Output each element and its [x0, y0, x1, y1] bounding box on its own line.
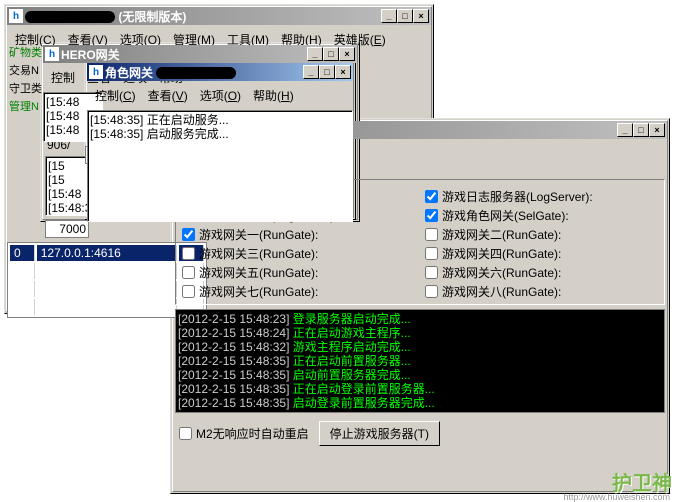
- win3-log: [15:48:35] 正在启动服务...[15:48:35] 启动服务完成...: [87, 110, 353, 222]
- sidebar-item[interactable]: 矿物类: [7, 43, 43, 61]
- win3-menubar: 控制(C)查看(V)选项(O)帮助(H): [85, 83, 355, 108]
- console-line: [2012-2-15 15:48:35] 正在启动前置服务器...: [178, 354, 662, 368]
- stop-server-button[interactable]: 停止游戏服务器(T): [319, 421, 440, 446]
- win2-title: HERO网关: [61, 46, 307, 63]
- win1-titlebar[interactable]: h (无限制版本) _ □ ×: [7, 7, 431, 25]
- menu-item[interactable]: 帮助(H): [247, 85, 300, 106]
- minimize-button[interactable]: _: [617, 123, 633, 137]
- log-line: [15:48:35] 启动服务完成...: [90, 127, 350, 141]
- server-check[interactable]: 游戏网关四(RunGate):: [425, 245, 658, 262]
- close-button[interactable]: ×: [339, 47, 355, 61]
- role-gateway-window: h 角色网关 _ □ × 控制(C)查看(V)选项(O)帮助(H) [15:48…: [84, 60, 356, 220]
- server-check[interactable]: 游戏日志服务器(LogServer):: [425, 188, 658, 205]
- console-line: [2012-2-15 15:48:35] 启动前置服务器完成...: [178, 368, 662, 382]
- app-icon: h: [45, 47, 59, 61]
- m2-autorestart-check[interactable]: M2无响应时自动重启: [179, 425, 309, 442]
- watermark-url: http://www.huweishen.com: [563, 492, 670, 502]
- console-log: [2012-2-15 15:48:23] 登录服务器启动完成...[2012-2…: [175, 309, 665, 413]
- server-check[interactable]: 游戏网关六(RunGate):: [425, 264, 658, 281]
- maximize-button[interactable]: □: [397, 9, 413, 23]
- win1-title: (无限制版本): [25, 8, 381, 25]
- minimize-button[interactable]: _: [303, 65, 319, 79]
- app-icon: h: [89, 65, 103, 79]
- maximize-button[interactable]: □: [633, 123, 649, 137]
- menu-item[interactable]: 查看(V): [142, 85, 194, 106]
- server-check[interactable]: 游戏网关二(RunGate):: [425, 226, 658, 243]
- port-input-1[interactable]: [45, 220, 89, 238]
- sidebar-item[interactable]: 交易N: [7, 61, 43, 79]
- menu-item[interactable]: 控制: [45, 67, 81, 88]
- close-button[interactable]: ×: [335, 65, 351, 79]
- win1-sidebar: 矿物类交易N守卫类管理N: [7, 43, 43, 115]
- console-line: [2012-2-15 15:48:24] 正在启动游戏主程序...: [178, 326, 662, 340]
- server-check[interactable]: 游戏网关七(RunGate):: [182, 283, 415, 300]
- win3-title: 角色网关: [105, 64, 303, 81]
- server-check[interactable]: 游戏网关三(RunGate):: [182, 245, 415, 262]
- console-line: [2012-2-15 15:48:23] 登录服务器启动完成...: [178, 312, 662, 326]
- log-line: [15:48:35] 正在启动服务...: [90, 113, 350, 127]
- sidebar-item[interactable]: 管理N: [7, 97, 43, 115]
- minimize-button[interactable]: _: [307, 47, 323, 61]
- maximize-button[interactable]: □: [319, 65, 335, 79]
- win2-titlebar[interactable]: h HERO网关 _ □ ×: [43, 45, 357, 63]
- win3-titlebar[interactable]: h 角色网关 _ □ ×: [87, 63, 353, 81]
- close-button[interactable]: ×: [413, 9, 429, 23]
- console-line: [2012-2-15 15:48:35] 启动登录前置服务器完成...: [178, 396, 662, 410]
- server-check[interactable]: 游戏网关一(RunGate):: [182, 226, 415, 243]
- menu-item[interactable]: 控制(C): [89, 85, 142, 106]
- console-line: [2012-2-15 15:48:35] 正在启动登录前置服务器...: [178, 382, 662, 396]
- minimize-button[interactable]: _: [381, 9, 397, 23]
- menu-item[interactable]: 选项(O): [194, 85, 247, 106]
- server-check[interactable]: 游戏网关五(RunGate):: [182, 264, 415, 281]
- server-check[interactable]: 游戏网关八(RunGate):: [425, 283, 658, 300]
- maximize-button[interactable]: □: [323, 47, 339, 61]
- close-button[interactable]: ×: [649, 123, 665, 137]
- app-icon: h: [9, 9, 23, 23]
- console-line: [2012-2-15 15:48:32] 游戏主程序启动完成...: [178, 340, 662, 354]
- sidebar-item[interactable]: 守卫类: [7, 79, 43, 97]
- server-check[interactable]: 游戏角色网关(SelGate):: [425, 207, 658, 224]
